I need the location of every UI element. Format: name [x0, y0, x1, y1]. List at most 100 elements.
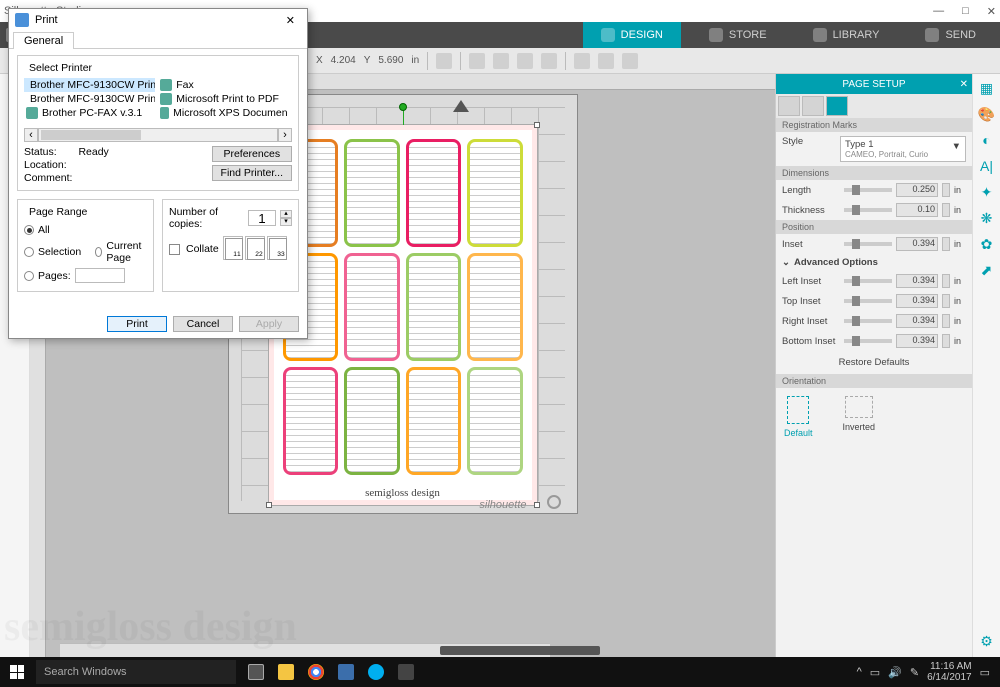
ungroup-icon[interactable]: [517, 53, 533, 69]
right-inset-slider[interactable]: [844, 319, 892, 323]
sticker[interactable]: [406, 139, 462, 247]
group-icon[interactable]: [493, 53, 509, 69]
selection-handle[interactable]: [534, 122, 540, 128]
sticker[interactable]: [344, 139, 400, 247]
maximize-icon[interactable]: □: [962, 5, 969, 18]
radio-selection[interactable]: Selection: [24, 240, 81, 264]
panel-tab-tray[interactable]: [778, 96, 800, 116]
printer-item[interactable]: Fax: [158, 78, 289, 92]
page-icon[interactable]: ▦: [977, 78, 997, 98]
pages-input[interactable]: [75, 268, 125, 283]
taskbar-search[interactable]: Search Windows: [36, 660, 236, 684]
coord-x-value[interactable]: 4.204: [331, 55, 356, 66]
settings-icon[interactable]: ⚙: [977, 631, 997, 651]
selection-handle[interactable]: [534, 502, 540, 508]
flower-icon[interactable]: [574, 53, 590, 69]
inset-slider[interactable]: [844, 242, 892, 246]
inset-input[interactable]: 0.394: [896, 237, 938, 251]
align-icon[interactable]: [469, 53, 485, 69]
dialog-close-icon[interactable]: ✕: [280, 14, 301, 27]
thickness-input[interactable]: 0.10: [896, 203, 938, 217]
inset-stepper[interactable]: [942, 237, 950, 251]
sticker[interactable]: [406, 253, 462, 361]
cancel-button[interactable]: Cancel: [173, 316, 233, 332]
tab-store[interactable]: STORE: [691, 22, 785, 48]
line-icon[interactable]: ◐: [977, 130, 997, 150]
panel-tab-grid[interactable]: [802, 96, 824, 116]
restore-defaults-button[interactable]: Restore Defaults: [776, 351, 972, 374]
printer-item[interactable]: Brother MFC-9130CW Printer (Copy 1): [24, 92, 155, 106]
panel-tab-regmarks[interactable]: [826, 96, 848, 116]
sticker[interactable]: [344, 367, 400, 475]
apply-button[interactable]: Apply: [239, 316, 299, 332]
send-icon[interactable]: ⬈: [977, 260, 997, 280]
system-tray[interactable]: ^ ▭ 🔊 ✎ 11:16 AM 6/14/2017 ▭: [857, 661, 1000, 683]
design-page[interactable]: semigloss design: [269, 125, 537, 505]
tray-chevron-icon[interactable]: ^: [857, 666, 862, 678]
sticker[interactable]: [344, 253, 400, 361]
rotate-handle[interactable]: [399, 103, 407, 111]
volume-icon[interactable]: 🔊: [888, 666, 902, 679]
tab-general[interactable]: General: [13, 32, 74, 49]
sticker[interactable]: [467, 367, 523, 475]
task-view-icon[interactable]: [242, 657, 270, 687]
copies-stepper[interactable]: ▴▾: [280, 210, 292, 226]
selection-handle[interactable]: [266, 502, 272, 508]
app-icon[interactable]: [332, 657, 360, 687]
network-icon[interactable]: ▭: [870, 666, 880, 679]
flower-icon[interactable]: ✿: [977, 234, 997, 254]
chrome-icon[interactable]: [302, 657, 330, 687]
preferences-button[interactable]: Preferences: [212, 146, 292, 162]
copies-input[interactable]: [248, 210, 276, 226]
length-slider[interactable]: [844, 188, 892, 192]
print-button[interactable]: Print: [107, 316, 167, 332]
printer-list[interactable]: Brother MFC-9130CW PrinterFax Brother MF…: [24, 78, 292, 126]
length-stepper[interactable]: [942, 183, 950, 197]
dialog-titlebar[interactable]: Print ✕: [9, 9, 307, 31]
printer-item[interactable]: Microsoft XPS Documen: [158, 106, 289, 120]
clock[interactable]: 11:16 AM 6/14/2017: [927, 661, 972, 683]
radio-pages[interactable]: Pages:: [24, 268, 147, 283]
notifications-icon[interactable]: ▭: [980, 666, 990, 679]
radio-current-page[interactable]: Current Page: [95, 240, 147, 264]
radio-all[interactable]: All: [24, 224, 147, 236]
left-inset-input[interactable]: 0.394: [896, 274, 938, 288]
style-dropdown[interactable]: Type 1 CAMEO, Portrait, Curio ▼: [840, 136, 966, 162]
scissors-icon[interactable]: [598, 53, 614, 69]
tab-design[interactable]: DESIGN: [583, 22, 681, 48]
transform-icon[interactable]: ✦: [977, 182, 997, 202]
collate-checkbox[interactable]: [169, 244, 180, 255]
printer-item[interactable]: Brother PC-FAX v.3.1: [24, 106, 155, 120]
thickness-stepper[interactable]: [942, 203, 950, 217]
printer-item[interactable]: Microsoft Print to PDF: [158, 92, 289, 106]
skype-icon[interactable]: [362, 657, 390, 687]
replicate-icon[interactable]: ❋: [977, 208, 997, 228]
left-inset-slider[interactable]: [844, 279, 892, 283]
start-button[interactable]: [0, 657, 34, 687]
text-icon[interactable]: A|: [977, 156, 997, 176]
minimize-icon[interactable]: —: [933, 5, 944, 18]
orientation-default[interactable]: Default: [784, 396, 813, 438]
orientation-inverted[interactable]: Inverted: [843, 396, 876, 438]
pen-icon[interactable]: ✎: [910, 666, 919, 679]
delete-icon[interactable]: [622, 53, 638, 69]
top-inset-slider[interactable]: [844, 299, 892, 303]
duplicate-icon[interactable]: [541, 53, 557, 69]
right-inset-input[interactable]: 0.394: [896, 314, 938, 328]
scroll-left-icon[interactable]: ‹: [24, 128, 38, 142]
tab-send[interactable]: SEND: [907, 22, 994, 48]
sticker[interactable]: [406, 367, 462, 475]
sticker[interactable]: [283, 367, 339, 475]
bottom-inset-slider[interactable]: [844, 339, 892, 343]
explorer-icon[interactable]: [272, 657, 300, 687]
color-icon[interactable]: 🎨: [977, 104, 997, 124]
panel-close-icon[interactable]: ✕: [960, 79, 968, 90]
coord-y-value[interactable]: 5.690: [378, 55, 403, 66]
app-icon-2[interactable]: [392, 657, 420, 687]
find-printer-button[interactable]: Find Printer...: [212, 165, 292, 181]
length-input[interactable]: 0.250: [896, 183, 938, 197]
tab-library[interactable]: LIBRARY: [795, 22, 898, 48]
advanced-toggle[interactable]: ⌄ Advanced Options: [776, 254, 972, 271]
thickness-slider[interactable]: [844, 208, 892, 212]
bottom-inset-input[interactable]: 0.394: [896, 334, 938, 348]
